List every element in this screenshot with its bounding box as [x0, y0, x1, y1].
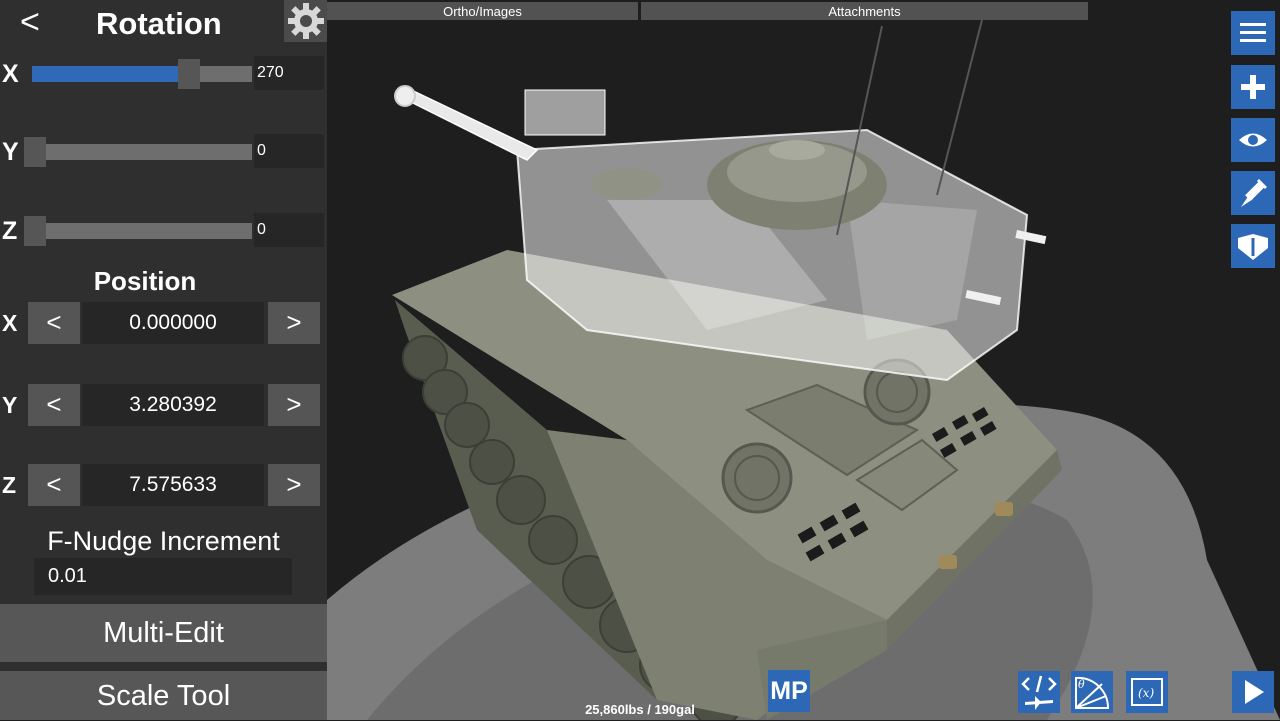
- gear-icon: [287, 3, 324, 39]
- back-button[interactable]: <: [20, 2, 40, 42]
- axis-label: X: [2, 310, 18, 336]
- variables-icon: (x): [1131, 678, 1163, 706]
- xml-code-icon: [1021, 675, 1057, 710]
- 3d-viewport[interactable]: [327, 0, 1280, 720]
- rotation-x-row: X 270: [0, 56, 327, 96]
- rotation-title: Rotation: [96, 6, 222, 41]
- wings-button[interactable]: [1231, 224, 1275, 268]
- svg-text:θ: θ: [1078, 678, 1085, 691]
- scale-tool-button[interactable]: Scale Tool: [0, 671, 327, 720]
- eye-icon: [1239, 133, 1267, 147]
- wing-icon: [1238, 234, 1268, 260]
- rotation-y-slider[interactable]: [24, 137, 252, 167]
- slider-thumb[interactable]: [178, 59, 200, 89]
- position-y-increment-button[interactable]: >: [268, 384, 320, 426]
- settings-button[interactable]: [284, 0, 327, 42]
- part-properties-panel: < Rotation X 270 Y 0 Z 0 Position X < 0.…: [0, 0, 327, 720]
- slider-thumb[interactable]: [24, 216, 46, 246]
- position-x-increment-button[interactable]: >: [268, 302, 320, 344]
- position-x-decrement-button[interactable]: <: [28, 302, 80, 344]
- slider-fill: [32, 66, 191, 82]
- add-part-button[interactable]: [1231, 65, 1275, 109]
- nudge-increment-label: F-Nudge Increment: [47, 526, 280, 556]
- svg-text:(x): (x): [1138, 686, 1154, 700]
- weight-fuel-status: 25,860lbs / 190gal: [585, 702, 695, 717]
- axis-label: Y: [2, 138, 19, 166]
- menu-button[interactable]: [1231, 11, 1275, 55]
- position-y-value[interactable]: 3.280392: [82, 384, 264, 426]
- menu-icon: [1240, 23, 1266, 42]
- mp-button[interactable]: MP: [768, 670, 810, 712]
- position-title: Position: [93, 266, 197, 296]
- play-icon: [1245, 680, 1264, 704]
- paint-brush-icon: [1241, 179, 1267, 207]
- axis-label: Z: [2, 217, 18, 245]
- tab-attachments[interactable]: Attachments: [641, 2, 1088, 20]
- slider-thumb[interactable]: [24, 137, 46, 167]
- axis-label: Z: [2, 472, 17, 498]
- tab-ortho-images[interactable]: Ortho/Images: [327, 2, 638, 20]
- tab-label: Attachments: [828, 4, 901, 19]
- view-button[interactable]: [1231, 118, 1275, 162]
- rotation-z-slider[interactable]: [24, 216, 252, 246]
- position-y-decrement-button[interactable]: <: [28, 384, 80, 426]
- nudge-increment-input[interactable]: 0.01: [34, 558, 292, 595]
- rotation-x-slider[interactable]: [32, 59, 252, 89]
- play-button[interactable]: [1232, 671, 1274, 713]
- rotation-z-row: Z 0: [0, 213, 327, 253]
- position-x-value[interactable]: 0.000000: [82, 302, 264, 344]
- theta-gauge-icon: θ: [1075, 676, 1110, 709]
- position-z-increment-button[interactable]: >: [268, 464, 320, 506]
- position-x-row: X < 0.000000 >: [0, 302, 327, 344]
- position-z-decrement-button[interactable]: <: [28, 464, 80, 506]
- axis-label: X: [2, 60, 19, 88]
- position-y-row: Y < 3.280392 >: [0, 384, 327, 426]
- rotation-y-row: Y 0: [0, 134, 327, 174]
- position-z-row: Z < 7.575633 >: [0, 464, 327, 506]
- tank-model-render: [327, 0, 1280, 720]
- axis-label: Y: [2, 392, 18, 418]
- paint-button[interactable]: [1231, 171, 1275, 215]
- rotation-y-value[interactable]: 0: [254, 134, 324, 168]
- multi-edit-button[interactable]: Multi-Edit: [0, 604, 327, 662]
- position-z-value[interactable]: 7.575633: [82, 464, 264, 506]
- variables-button[interactable]: (x): [1126, 671, 1168, 713]
- xml-edit-button[interactable]: [1018, 671, 1060, 713]
- plus-icon: [1241, 75, 1265, 99]
- flight-angle-button[interactable]: θ: [1071, 671, 1113, 713]
- tab-label: Ortho/Images: [443, 4, 522, 19]
- rotation-z-value[interactable]: 0: [254, 213, 324, 247]
- rotation-x-value[interactable]: 270: [254, 56, 324, 90]
